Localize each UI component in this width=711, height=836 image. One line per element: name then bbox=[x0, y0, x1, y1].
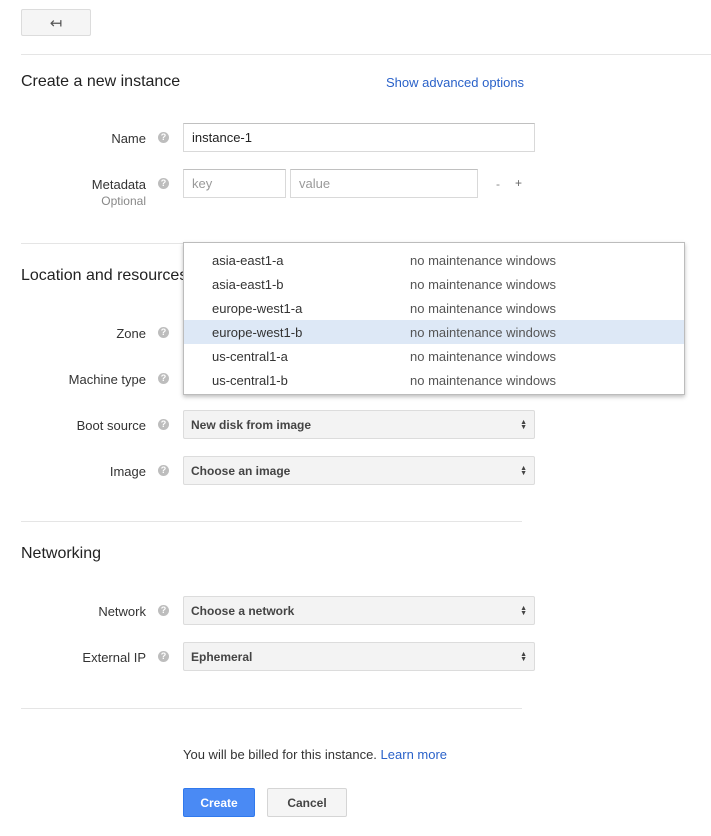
external-ip-value: Ephemeral bbox=[191, 649, 253, 664]
zone-option[interactable]: europe-west1-b no maintenance windows bbox=[184, 320, 684, 344]
section-divider bbox=[21, 521, 522, 522]
create-button[interactable]: Create bbox=[183, 788, 255, 817]
help-icon[interactable]: ? bbox=[158, 605, 169, 616]
zone-option-name: asia-east1-a bbox=[212, 252, 284, 268]
network-value: Choose a network bbox=[191, 603, 295, 618]
zone-option-maintenance: no maintenance windows bbox=[410, 276, 556, 292]
back-button[interactable]: ↤ bbox=[21, 9, 91, 36]
zone-option-name: europe-west1-a bbox=[212, 300, 303, 316]
network-select[interactable]: Choose a network ▲ ▼ bbox=[183, 596, 535, 625]
name-label: Name bbox=[111, 131, 146, 146]
zone-option-name: europe-west1-b bbox=[212, 324, 303, 340]
zone-option-name: asia-east1-b bbox=[212, 276, 284, 292]
help-icon[interactable]: ? bbox=[158, 465, 169, 476]
back-arrow-icon: ↤ bbox=[49, 14, 63, 32]
help-icon[interactable]: ? bbox=[158, 651, 169, 662]
zone-option[interactable]: asia-east1-b no maintenance windows bbox=[184, 272, 684, 296]
cancel-button[interactable]: Cancel bbox=[267, 788, 347, 817]
boot-source-label: Boot source bbox=[76, 418, 146, 433]
name-input[interactable] bbox=[183, 123, 535, 152]
zone-option-maintenance: no maintenance windows bbox=[410, 252, 556, 268]
metadata-label: Metadata bbox=[91, 177, 146, 192]
billing-text: You will be billed for this instance. bbox=[183, 747, 377, 762]
header-divider bbox=[21, 54, 711, 55]
select-arrows-icon: ▲ ▼ bbox=[520, 464, 527, 477]
help-icon[interactable]: ? bbox=[158, 419, 169, 430]
external-ip-select[interactable]: Ephemeral ▲ ▼ bbox=[183, 642, 535, 671]
billing-notice: You will be billed for this instance. Le… bbox=[183, 747, 447, 762]
machine-type-label: Machine type bbox=[68, 372, 146, 387]
select-arrows-icon: ▲ ▼ bbox=[520, 650, 527, 663]
boot-source-select[interactable]: New disk from image ▲ ▼ bbox=[183, 410, 535, 439]
section-divider bbox=[21, 708, 522, 709]
image-label: Image bbox=[109, 464, 146, 479]
learn-more-link[interactable]: Learn more bbox=[381, 747, 447, 762]
zone-label: Zone bbox=[116, 326, 146, 341]
zone-option[interactable]: us-central1-b no maintenance windows bbox=[184, 368, 684, 392]
image-value: Choose an image bbox=[191, 463, 291, 478]
boot-source-value: New disk from image bbox=[191, 417, 312, 432]
zone-option-name: us-central1-a bbox=[212, 348, 288, 364]
help-icon[interactable]: ? bbox=[158, 327, 169, 338]
zone-option-name: us-central1-b bbox=[212, 372, 288, 388]
page-title: Create a new instance bbox=[21, 73, 181, 90]
metadata-key-input[interactable] bbox=[183, 169, 286, 198]
zone-option-maintenance: no maintenance windows bbox=[410, 300, 556, 316]
zone-dropdown-menu[interactable]: asia-east1-a no maintenance windows asia-e… bbox=[183, 242, 685, 395]
zone-option[interactable]: us-central1-a no maintenance windows bbox=[184, 344, 684, 368]
network-label: Network bbox=[98, 604, 146, 619]
zone-option-maintenance: no maintenance windows bbox=[410, 348, 556, 364]
metadata-value-input[interactable] bbox=[290, 169, 478, 198]
metadata-optional-label: Optional bbox=[101, 194, 146, 208]
help-icon[interactable]: ? bbox=[158, 132, 169, 143]
show-advanced-options-link[interactable]: Show advanced options bbox=[386, 75, 524, 90]
location-section-title: Location and resources bbox=[21, 267, 188, 284]
external-ip-label: External IP bbox=[82, 650, 146, 665]
help-icon[interactable]: ? bbox=[158, 373, 169, 384]
select-arrows-icon: ▲ ▼ bbox=[520, 418, 527, 431]
zone-option-maintenance: no maintenance windows bbox=[410, 324, 556, 340]
zone-options-list: asia-east1-a no maintenance windows asia-e… bbox=[184, 248, 684, 392]
add-metadata-button[interactable]: + bbox=[515, 176, 522, 190]
zone-option-maintenance: no maintenance windows bbox=[410, 372, 556, 388]
zone-option[interactable]: asia-east1-a no maintenance windows bbox=[184, 248, 684, 272]
remove-metadata-button[interactable]: - bbox=[496, 177, 500, 191]
select-arrows-icon: ▲ ▼ bbox=[520, 604, 527, 617]
image-select[interactable]: Choose an image ▲ ▼ bbox=[183, 456, 535, 485]
zone-option[interactable]: europe-west1-a no maintenance windows bbox=[184, 296, 684, 320]
networking-section-title: Networking bbox=[21, 545, 102, 562]
help-icon[interactable]: ? bbox=[158, 178, 169, 189]
